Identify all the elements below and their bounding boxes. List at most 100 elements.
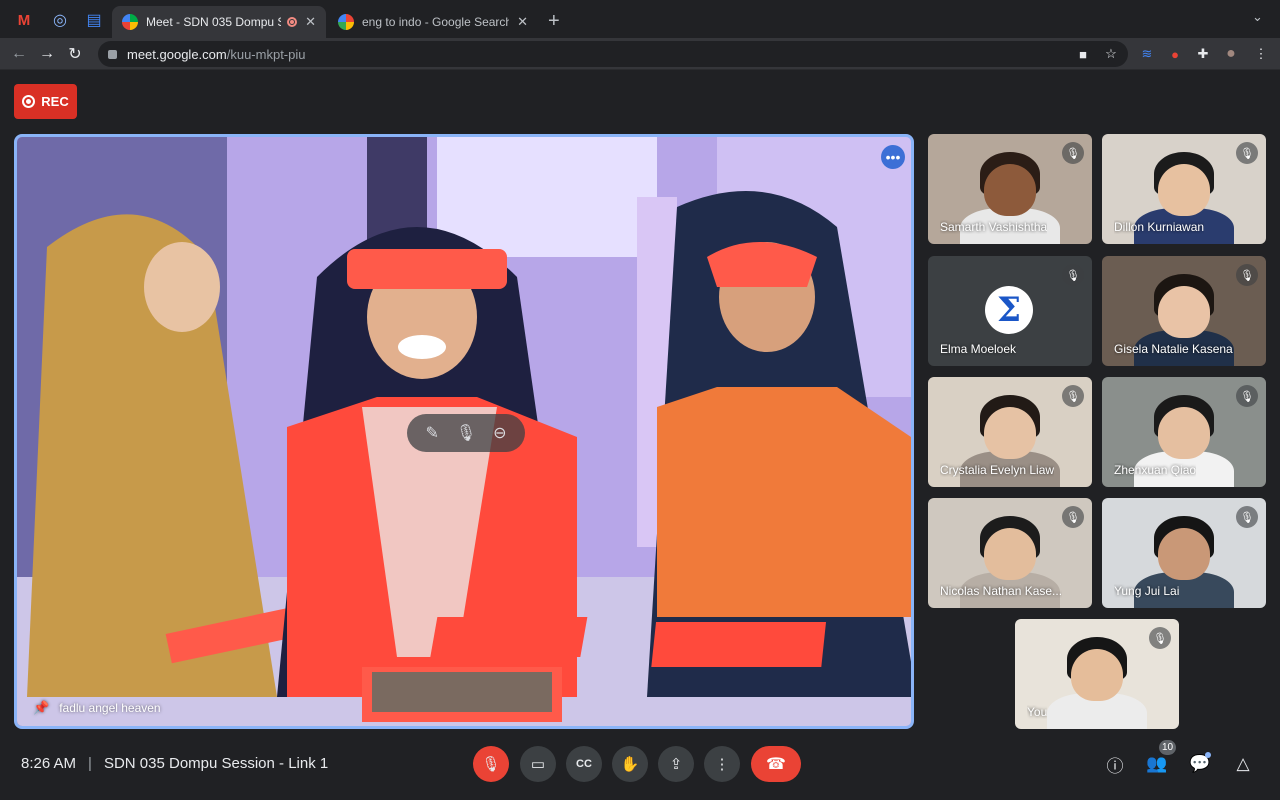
- person-face: [1158, 164, 1210, 216]
- people-button[interactable]: 👥: [1145, 752, 1169, 776]
- participant-tile[interactable]: 🎙 Gisela Natalie Kasena: [1102, 256, 1266, 366]
- participant-tile[interactable]: 🎙 You: [1015, 619, 1179, 729]
- mic-muted-icon: 🎙: [1149, 627, 1171, 649]
- remove-icon[interactable]: ⊖: [493, 423, 506, 443]
- more-options-icon[interactable]: •••: [881, 145, 905, 169]
- meeting-details-button[interactable]: ⓘ: [1103, 752, 1127, 776]
- participant-name: Gisela Natalie Kasena: [1114, 342, 1233, 356]
- participant-tile[interactable]: 🎙 Crystalia Evelyn Liaw: [928, 377, 1092, 487]
- globe-icon: ◎: [53, 12, 67, 29]
- url-path: /kuu-mkpt-piu: [226, 46, 306, 62]
- person-face: [984, 164, 1036, 216]
- tab-google-search[interactable]: eng to indo - Google Search ✕: [328, 6, 538, 38]
- person-face: [984, 528, 1036, 580]
- participant-name: Dillon Kurniawan: [1114, 220, 1205, 234]
- forward-button[interactable]: →: [36, 43, 58, 65]
- info-icon: ⓘ: [1106, 756, 1124, 776]
- participant-tile[interactable]: Σ 🎙 Elma Moeloek: [928, 256, 1092, 366]
- mic-muted-icon: 🎙: [1236, 385, 1258, 407]
- more-options-button[interactable]: ⋮: [704, 746, 740, 782]
- close-tab-icon[interactable]: ✕: [305, 14, 316, 30]
- camera-icon[interactable]: ■: [1074, 45, 1092, 63]
- browser-toolbar: ← → ↻ meet.google.com/kuu-mkpt-piu ■ ☆ ≋…: [0, 38, 1280, 70]
- recording-indicator-icon: [287, 17, 298, 27]
- close-tab-icon[interactable]: ✕: [517, 14, 528, 30]
- more-vert-icon: ⋮: [714, 756, 730, 773]
- hand-icon: ✋: [620, 756, 640, 773]
- participant-name: Crystalia Evelyn Liaw: [940, 463, 1055, 477]
- captions-button[interactable]: CC: [566, 746, 602, 782]
- present-screen-icon: ⇪: [669, 756, 683, 773]
- mic-off-button[interactable]: 🎙: [473, 746, 509, 782]
- recording-button[interactable]: REC: [14, 84, 77, 119]
- participant-tile[interactable]: 🎙 Samarth Vashishtha: [928, 134, 1092, 244]
- tab-search-button[interactable]: ⌄: [1252, 9, 1263, 25]
- participant-name: Zhenxuan Qiao: [1114, 463, 1197, 477]
- tab-title: Meet - SDN 035 Dompu Se: [146, 15, 282, 29]
- clock-time: 8:26 AM: [21, 755, 77, 772]
- leave-call-button[interactable]: ☎: [751, 746, 801, 782]
- browser-tab-bar: M ◎ ▤ Meet - SDN 035 Dompu Se ✕ eng to i…: [0, 0, 1280, 38]
- activities-button[interactable]: △: [1231, 752, 1255, 776]
- meeting-title: SDN 035 Dompu Session - Link 1: [103, 755, 329, 772]
- menu-dots-icon[interactable]: ⋮: [1252, 45, 1270, 63]
- tab-meet[interactable]: Meet - SDN 035 Dompu Se ✕: [112, 6, 326, 38]
- person-face: [984, 407, 1036, 459]
- mic-muted-icon: 🎙: [1062, 385, 1084, 407]
- participant-tile[interactable]: 🎙 Zhenxuan Qiao: [1102, 377, 1266, 487]
- person-face: [1158, 286, 1210, 338]
- raise-hand-button[interactable]: ✋: [612, 746, 648, 782]
- pinned-tab-globe[interactable]: ◎: [46, 8, 74, 32]
- presenter-name: fadlu angel heaven: [59, 701, 161, 715]
- participant-name: Samarth Vashishtha: [940, 220, 1048, 234]
- captions-icon: CC: [576, 758, 592, 770]
- chat-notification-dot: [1205, 752, 1211, 758]
- docs-icon: ▤: [86, 12, 102, 29]
- participant-tile[interactable]: 🎙 Yung Jui Lai: [1102, 498, 1266, 608]
- new-tab-button[interactable]: +: [548, 10, 560, 33]
- url-host: meet.google.com: [127, 46, 227, 62]
- reload-button[interactable]: ↻: [64, 43, 86, 65]
- person-face: [1158, 528, 1210, 580]
- people-icon: 👥: [1146, 754, 1168, 773]
- participant-tile[interactable]: 🎙 Nicolas Nathan Kase...: [928, 498, 1092, 608]
- participant-name: You: [1027, 705, 1048, 719]
- participant-name: Yung Jui Lai: [1114, 584, 1180, 598]
- activities-icon: △: [1236, 754, 1250, 773]
- separator: |: [88, 755, 92, 772]
- tab-title: eng to indo - Google Search: [362, 15, 510, 29]
- wave-extension-icon[interactable]: ≋: [1138, 45, 1156, 63]
- meeting-control-bar: 8:26 AM | SDN 035 Dompu Session - Link 1…: [0, 740, 1280, 800]
- participant-name: Nicolas Nathan Kase...: [940, 584, 1063, 598]
- address-bar[interactable]: meet.google.com/kuu-mkpt-piu: [98, 41, 1128, 67]
- meet-icon: [122, 14, 138, 30]
- person-face: [1158, 407, 1210, 459]
- profile-avatar-icon[interactable]: ●: [1222, 45, 1240, 63]
- camera-button[interactable]: ▭: [520, 746, 556, 782]
- mic-muted-icon: 🎙: [1062, 264, 1084, 286]
- mic-muted-icon: 🎙: [1236, 264, 1258, 286]
- star-icon[interactable]: ☆: [1102, 45, 1120, 63]
- mic-icon[interactable]: 🎙: [456, 423, 476, 443]
- pinned-tab-docs[interactable]: ▤: [80, 8, 108, 32]
- puzzle-icon[interactable]: ✚: [1194, 45, 1212, 63]
- presenter-name-label: 📌 fadlu angel heaven: [33, 700, 161, 716]
- main-video-tile[interactable]: ••• ✎ 🎙 ⊖ 📌 fadlu angel heaven: [14, 134, 914, 729]
- participant-name: Elma Moeloek: [940, 342, 1017, 356]
- back-button[interactable]: ←: [8, 43, 30, 65]
- pinned-tab-gmail[interactable]: M: [10, 8, 38, 32]
- phone-hangup-icon: ☎: [766, 756, 786, 773]
- participant-tile[interactable]: 🎙 Dillon Kurniawan: [1102, 134, 1266, 244]
- pin-off-icon[interactable]: ✎: [425, 423, 438, 443]
- mic-muted-icon: 🎙: [1236, 506, 1258, 528]
- avatar: Σ: [985, 286, 1033, 334]
- meeting-details: 8:26 AM | SDN 035 Dompu Session - Link 1: [21, 755, 328, 772]
- gmail-icon: M: [17, 11, 31, 29]
- mic-muted-icon: 🎙: [1062, 506, 1084, 528]
- present-button[interactable]: ⇪: [658, 746, 694, 782]
- mic-muted-icon: 🎙: [1062, 142, 1084, 164]
- record-icon: [22, 95, 36, 108]
- record-extension-icon[interactable]: ●: [1166, 45, 1184, 63]
- camera-icon: ▭: [530, 756, 546, 773]
- google-icon: [338, 14, 354, 30]
